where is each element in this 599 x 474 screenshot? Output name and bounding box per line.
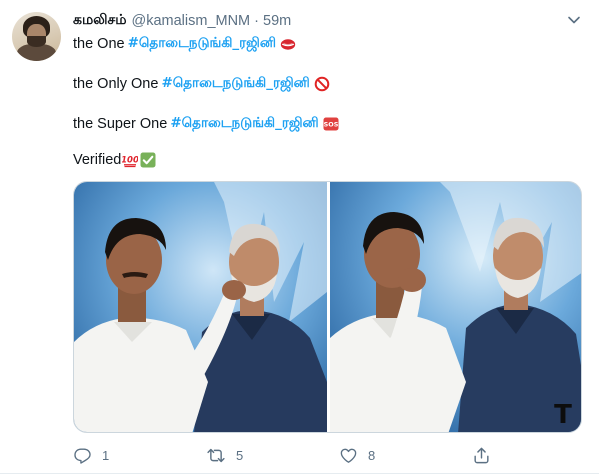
tweet-text-line: the One #தொடைநடுங்கி_ரஜினி xyxy=(73,35,296,53)
timestamp[interactable]: 59m xyxy=(263,13,291,29)
reply-button[interactable]: 1 xyxy=(73,444,109,466)
hundred-points-icon: 100 xyxy=(122,156,138,168)
photo-right[interactable]: T xyxy=(330,182,582,433)
retweet-button[interactable]: 5 xyxy=(206,444,243,466)
author-name[interactable]: கமலிசம் xyxy=(73,12,127,30)
line-prefix: Verified xyxy=(73,152,122,168)
tweet-text-line: the Only One #தொடைநடுங்கி_ரஜினி xyxy=(73,75,330,93)
photo-left[interactable] xyxy=(74,182,327,433)
heart-icon xyxy=(340,448,357,463)
hashtag-link[interactable]: #தொடைநடுங்கி_ரஜினி xyxy=(128,35,276,53)
prohibited-icon xyxy=(314,76,330,92)
hashtag-link[interactable]: #தொடைநடுங்கி_ரஜினி xyxy=(161,75,309,93)
lips-icon xyxy=(280,39,296,50)
sos-icon: SOS xyxy=(323,117,338,131)
tweet-header: கமலிசம் @kamalism_MNM · 59m xyxy=(73,11,291,31)
tweet-text-line: Verified 100 xyxy=(73,152,156,168)
tweet[interactable]: கமலிசம் @kamalism_MNM · 59m the One #தொட… xyxy=(0,0,599,474)
retweet-count: 5 xyxy=(236,447,244,463)
line-prefix: the One xyxy=(73,36,125,52)
separator-dot: · xyxy=(254,13,259,29)
check-mark-icon xyxy=(140,152,156,168)
hundred-label: 100 xyxy=(122,156,138,166)
line-prefix: the Only One xyxy=(73,76,159,92)
hashtag-link[interactable]: #தொடைநடுங்கி_ரஜினி xyxy=(170,115,318,133)
chevron-down-icon[interactable] xyxy=(567,13,581,27)
tweet-actions: 1 5 8 xyxy=(73,444,513,466)
reply-icon xyxy=(74,447,91,464)
reply-count: 1 xyxy=(102,447,110,463)
share-button[interactable] xyxy=(472,444,491,466)
author-handle[interactable]: @kamalism_MNM xyxy=(132,13,251,29)
tweet-text-line: the Super One #தொடைநடுங்கி_ரஜினி SOS xyxy=(73,115,339,133)
watermark-letter: T xyxy=(554,400,572,430)
share-icon xyxy=(474,447,489,463)
like-count: 8 xyxy=(368,447,376,463)
like-button[interactable]: 8 xyxy=(339,444,375,466)
avatar[interactable] xyxy=(12,12,61,61)
tweet-media[interactable]: T xyxy=(73,181,582,433)
retweet-icon xyxy=(207,448,225,462)
sos-label: SOS xyxy=(323,121,338,129)
line-prefix: the Super One xyxy=(73,116,168,132)
